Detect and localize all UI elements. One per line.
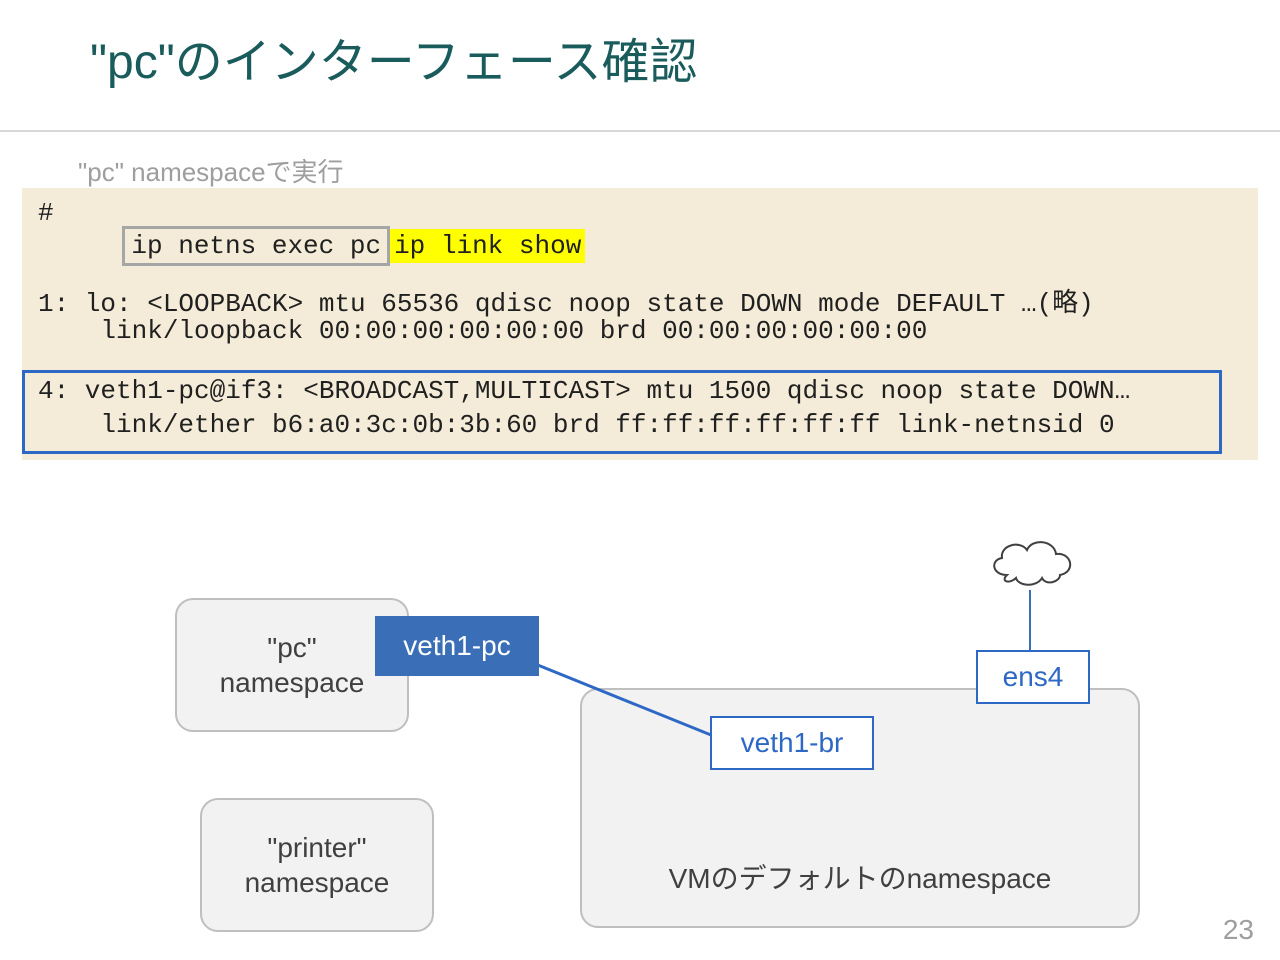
output-lo-line2: link/loopback 00:00:00:00:00:00 brd 00:0… bbox=[38, 316, 927, 346]
pc-namespace-label-1: "pc" bbox=[177, 630, 407, 665]
printer-namespace-label-2: namespace bbox=[202, 865, 432, 900]
output-lo-line1: 1: lo: <LOOPBACK> mtu 65536 qdisc noop s… bbox=[38, 282, 1094, 319]
cloud-icon bbox=[982, 530, 1082, 590]
output-veth1-line2: link/ether b6:a0:3c:0b:3b:60 brd ff:ff:f… bbox=[38, 410, 1115, 440]
printer-namespace-box: "printer" namespace bbox=[200, 798, 434, 932]
network-diagram: "pc" namespace "printer" namespace VMのデフ… bbox=[0, 560, 1280, 960]
pc-namespace-label-2: namespace bbox=[177, 665, 407, 700]
veth1-pc-interface: veth1-pc bbox=[375, 616, 539, 676]
command-highlighted-part: ip link show bbox=[390, 229, 585, 263]
command-namespace-part: ip netns exec pc bbox=[122, 226, 390, 266]
ens4-interface: ens4 bbox=[976, 650, 1090, 704]
pc-namespace-box: "pc" namespace bbox=[175, 598, 409, 732]
ens4-uplink-line bbox=[1029, 590, 1031, 652]
shell-prompt: # bbox=[38, 198, 54, 228]
output-veth1-line1: 4: veth1-pc@if3: <BROADCAST,MULTICAST> m… bbox=[38, 376, 1130, 406]
shell-command: ip netns exec pcip link show bbox=[60, 196, 585, 296]
veth1-br-interface: veth1-br bbox=[710, 716, 874, 770]
title-divider bbox=[0, 130, 1280, 132]
slide-title: "pc"のインターフェース確認 bbox=[90, 22, 698, 92]
slide: "pc"のインターフェース確認 "pc" namespaceで実行 # ip n… bbox=[0, 0, 1280, 960]
vm-namespace-label: VMのデフォルトのnamespace bbox=[582, 861, 1138, 896]
page-number: 23 bbox=[1223, 914, 1254, 946]
printer-namespace-label-1: "printer" bbox=[202, 830, 432, 865]
command-caption: "pc" namespaceで実行 bbox=[78, 152, 344, 189]
